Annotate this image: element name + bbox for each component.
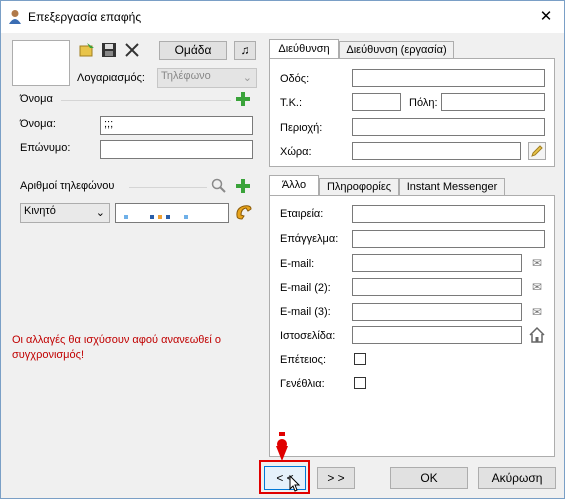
region-label: Περιοχή: <box>280 122 323 134</box>
search-icon[interactable] <box>211 178 226 193</box>
job-label: Επάγγελμα: <box>280 233 339 245</box>
city-input[interactable] <box>441 93 545 111</box>
music-note-icon: ♫ <box>240 43 250 57</box>
add-phone-icon[interactable] <box>236 179 250 193</box>
phone-type-value: Κινητό <box>24 205 56 217</box>
red-arrow-annotation <box>276 432 288 461</box>
email2-label: E-mail (2): <box>280 282 331 294</box>
tab-address[interactable]: Διεύθυνση <box>269 39 339 59</box>
last-name-label: Επώνυμο: <box>20 142 71 154</box>
save-photo-icon[interactable] <box>101 42 117 58</box>
delete-photo-icon[interactable] <box>124 42 140 58</box>
email-label: E-mail: <box>280 258 315 270</box>
country-label: Χώρα: <box>280 146 312 158</box>
phones-section-divider <box>129 187 207 188</box>
ok-button[interactable]: OK <box>390 467 468 489</box>
tab-other[interactable]: Άλλο <box>269 175 319 196</box>
phone-type-select[interactable]: Κινητό ⌄ <box>20 203 110 223</box>
send-email-icon[interactable]: ✉ <box>528 254 546 272</box>
phones-section-title: Αριθμοί τηλεφώνου <box>20 180 115 192</box>
first-name-input[interactable]: ;;; <box>100 116 253 135</box>
name-section-divider <box>61 100 231 101</box>
tab-info[interactable]: Πληροφορίες <box>319 178 399 196</box>
mouse-cursor-icon <box>289 475 301 492</box>
email3-input[interactable] <box>352 303 522 321</box>
email-input[interactable] <box>352 254 522 272</box>
close-icon[interactable]: ✕ <box>528 1 564 33</box>
contact-icon <box>9 10 21 24</box>
sync-notice: Οι αλλαγές θα ισχύσουν αφού ανανεωθεί ο … <box>12 334 221 361</box>
country-input[interactable] <box>352 142 521 160</box>
send-email3-icon[interactable]: ✉ <box>528 303 546 321</box>
zip-label: Τ.Κ.: <box>280 97 303 109</box>
edit-contact-dialog: Επεξεργασία επαφής ✕ Ομάδα ♫ Λογαριασμός… <box>0 0 565 499</box>
phone-number-input[interactable] <box>115 203 229 223</box>
job-input[interactable] <box>352 230 545 248</box>
last-name-input[interactable] <box>100 140 253 159</box>
chevron-down-icon: ⌄ <box>95 207 105 219</box>
anniversary-label: Επέτειος: <box>280 354 326 366</box>
send-email2-icon[interactable]: ✉ <box>528 278 546 296</box>
region-input[interactable] <box>352 118 545 136</box>
anniversary-checkbox[interactable] <box>354 353 366 365</box>
street-input[interactable] <box>352 69 545 87</box>
next-button[interactable]: > > <box>317 467 355 489</box>
contact-photo[interactable] <box>12 40 70 86</box>
edit-pencil-icon[interactable] <box>528 142 546 160</box>
account-label: Λογαριασμός: <box>77 72 145 84</box>
name-section-title: Όνομα <box>20 93 53 105</box>
website-label: Ιστοσελίδα: <box>280 330 336 342</box>
birthday-checkbox[interactable] <box>354 377 366 389</box>
address-panel: Οδός: Τ.Κ.: Πόλη: Περιοχή: Χώρα: <box>269 58 555 167</box>
first-name-label: Όνομα: <box>20 118 56 130</box>
city-label: Πόλη: <box>409 97 438 109</box>
window-title: Επεξεργασία επαφής <box>28 10 142 24</box>
company-label: Εταιρεία: <box>280 208 324 220</box>
account-value: Τηλέφωνο <box>161 70 211 82</box>
company-input[interactable] <box>352 205 545 223</box>
chevron-down-icon: ⌄ <box>242 72 252 84</box>
birthday-label: Γενέθλια: <box>280 378 325 390</box>
cancel-button[interactable]: Ακύρωση <box>478 467 556 489</box>
email3-label: E-mail (3): <box>280 306 331 318</box>
add-name-icon[interactable] <box>236 92 250 106</box>
email2-input[interactable] <box>352 278 522 296</box>
title-bar: Επεξεργασία επαφής ✕ <box>1 1 564 33</box>
zip-input[interactable] <box>352 93 401 111</box>
redacted-phone-number <box>124 210 188 222</box>
website-input[interactable] <box>352 326 522 344</box>
call-phone-icon[interactable] <box>235 204 253 220</box>
home-icon[interactable] <box>528 326 546 344</box>
other-panel: Εταιρεία: Επάγγελμα: E-mail: ✉ E-mail (2… <box>269 195 555 457</box>
street-label: Οδός: <box>280 73 310 85</box>
ringtone-button[interactable]: ♫ <box>234 41 256 60</box>
tab-work-address[interactable]: Διεύθυνση (εργασία) <box>339 41 454 59</box>
account-select[interactable]: Τηλέφωνο ⌄ <box>157 68 257 88</box>
group-button[interactable]: Ομάδα <box>159 41 227 60</box>
browse-photo-icon[interactable] <box>79 42 95 58</box>
tab-instant-messenger[interactable]: Instant Messenger <box>399 178 505 196</box>
